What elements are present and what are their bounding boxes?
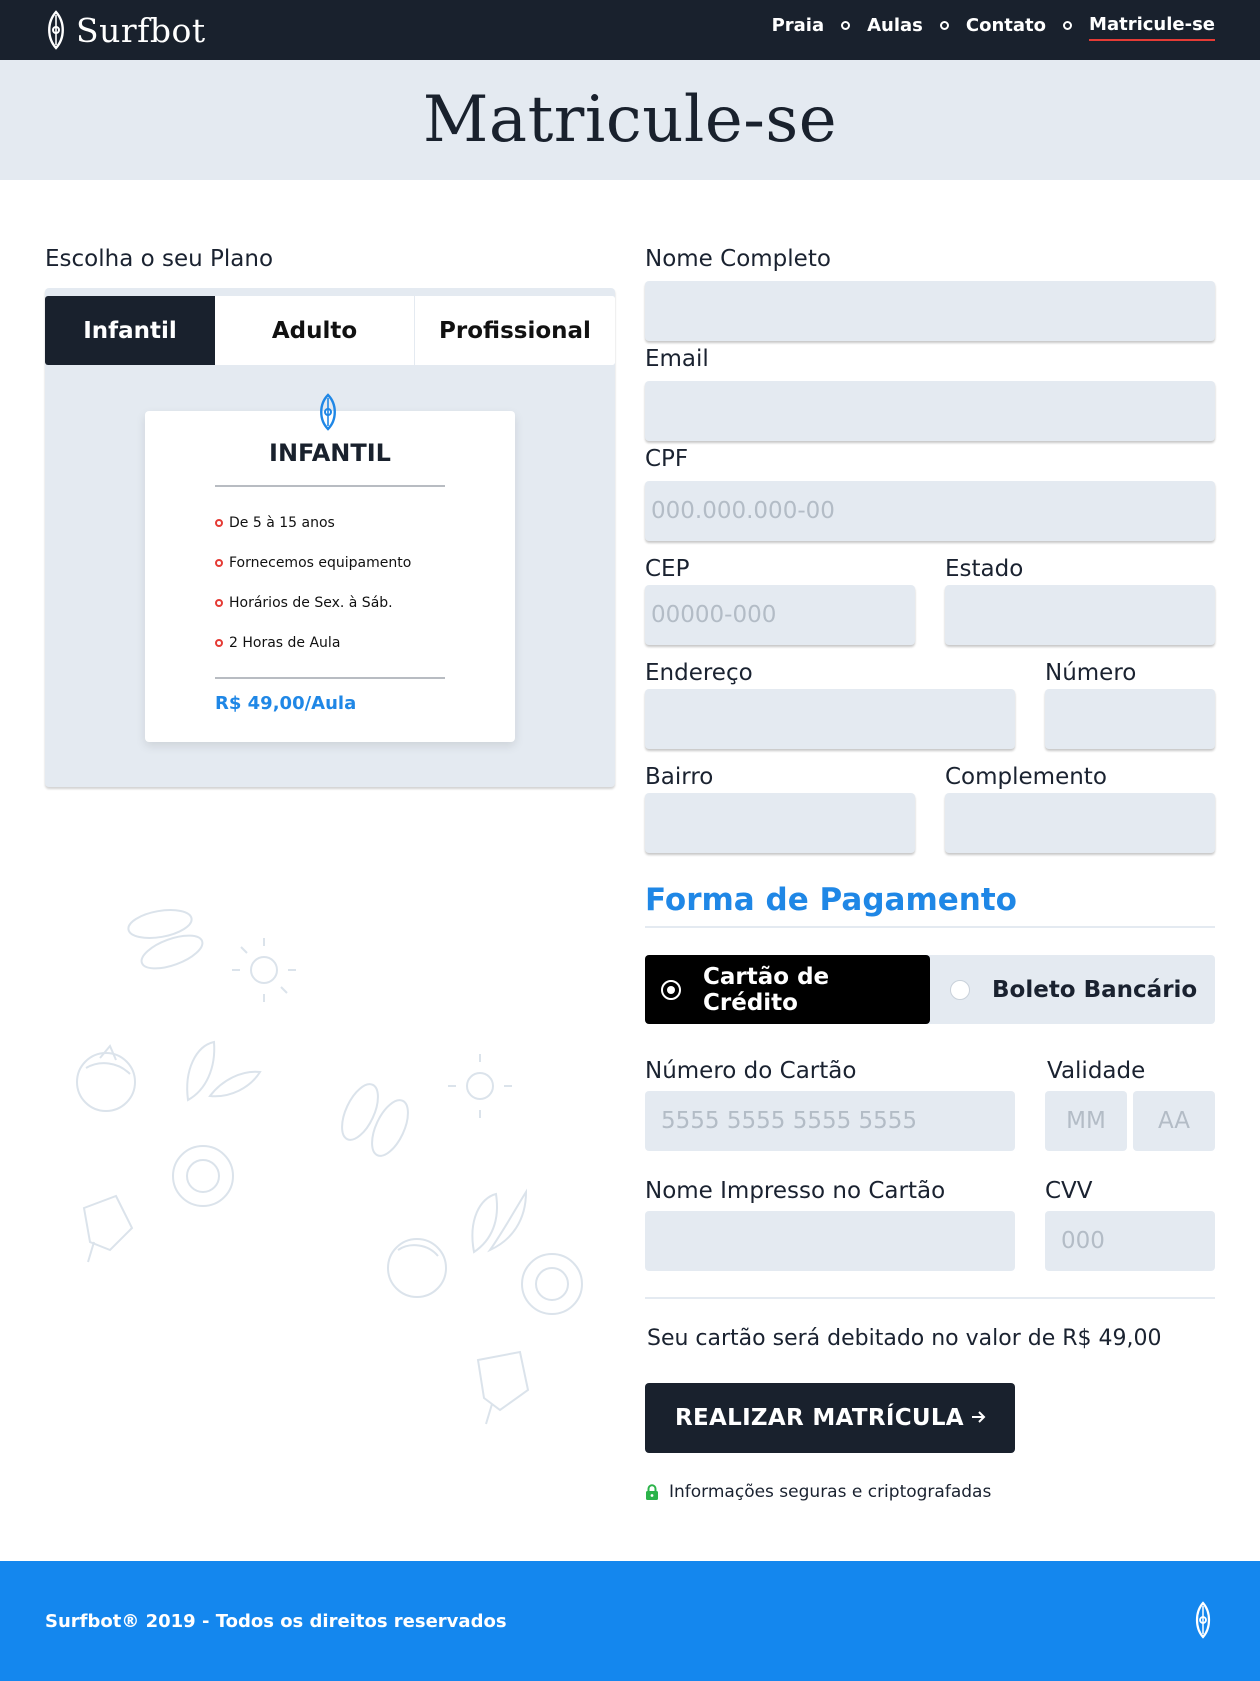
beach-doodles-illustration	[76, 909, 583, 1425]
feature-text: De 5 à 15 anos	[229, 515, 335, 531]
debit-amount-note: Seu cartão será debitado no valor de R$ …	[647, 1326, 1162, 1351]
plan-price: R$ 49,00/Aula	[215, 693, 357, 714]
list-item: Fornecemos equipamento	[215, 555, 411, 595]
plan-panel: Infantil Adulto Profissional INFANTIL De…	[45, 288, 615, 787]
payment-divider	[645, 926, 1215, 928]
email-input[interactable]	[645, 381, 1215, 441]
tab-adulto[interactable]: Adulto	[215, 296, 415, 365]
full-name-label: Nome Completo	[645, 246, 831, 272]
sun-icon	[448, 1054, 512, 1118]
tab-profissional[interactable]: Profissional	[415, 296, 615, 365]
complement-input[interactable]	[945, 793, 1215, 853]
surfboard-icon	[48, 10, 64, 50]
bullet-icon	[215, 639, 223, 647]
plan-features-list: De 5 à 15 anos Fornecemos equipamento Ho…	[215, 515, 411, 675]
flip-flops-icon	[341, 1083, 409, 1157]
nav-separator	[841, 21, 851, 30]
popsicle-icon	[476, 1350, 530, 1425]
address-label: Endereço	[645, 660, 753, 686]
submit-button-label: REALIZAR MATRÍCULA	[675, 1405, 964, 1431]
state-input[interactable]	[945, 585, 1215, 645]
number-label: Número	[1045, 660, 1137, 686]
coconut-icon	[76, 1044, 136, 1112]
arrow-right-icon	[972, 1411, 986, 1423]
lifebuoy-icon	[172, 1145, 234, 1207]
state-label: Estado	[945, 556, 1024, 582]
cep-label: CEP	[645, 556, 690, 582]
top-navbar: Surfbot Praia Aulas Contato Matricule-se	[0, 0, 1260, 60]
lock-icon	[646, 1484, 658, 1500]
radio-selected-icon	[661, 979, 681, 1000]
bullet-icon	[215, 599, 223, 607]
full-name-input[interactable]	[645, 281, 1215, 341]
cvv-label: CVV	[1045, 1178, 1093, 1204]
feature-text: 2 Horas de Aula	[229, 635, 341, 651]
nav-separator	[939, 21, 949, 30]
card-name-input[interactable]	[645, 1211, 1015, 1271]
main-nav: Praia Aulas Contato Matricule-se	[772, 14, 1215, 41]
cep-input[interactable]	[645, 585, 915, 645]
list-item: De 5 à 15 anos	[215, 515, 411, 555]
bullet-icon	[215, 559, 223, 567]
plan-tabs: Infantil Adulto Profissional	[45, 296, 615, 365]
flip-flops-icon	[127, 909, 204, 970]
coconut-icon	[387, 1238, 447, 1298]
payment-option-label: Cartão de Crédito	[703, 963, 830, 1016]
plan-heading: Escolha o seu Plano	[45, 246, 274, 272]
card-number-input[interactable]	[645, 1091, 1015, 1151]
secure-info: Informações seguras e criptografadas	[645, 1482, 991, 1502]
page-footer: Surfbot® 2019 - Todos os direitos reserv…	[0, 1561, 1260, 1681]
nav-link-matricule-se[interactable]: Matricule-se	[1089, 14, 1215, 41]
validity-month-input[interactable]	[1045, 1091, 1127, 1151]
feature-text: Fornecemos equipamento	[229, 555, 412, 571]
summary-divider	[645, 1297, 1215, 1299]
nav-link-contato[interactable]: Contato	[966, 15, 1046, 40]
nav-link-praia[interactable]: Praia	[772, 15, 825, 40]
complement-label: Complemento	[945, 764, 1107, 790]
number-input[interactable]	[1045, 689, 1215, 749]
payment-method-selector: Cartão de Crédito Boleto Bancário	[645, 955, 1215, 1024]
surfboards-icon	[471, 1188, 528, 1254]
cpf-input[interactable]	[645, 481, 1215, 541]
validity-year-input[interactable]	[1133, 1091, 1215, 1151]
district-label: Bairro	[645, 764, 714, 790]
address-input[interactable]	[645, 689, 1015, 749]
payment-option-boleto[interactable]: Boleto Bancário	[930, 955, 1215, 1024]
feature-text: Horários de Sex. à Sáb.	[229, 595, 393, 611]
payment-section-title: Forma de Pagamento	[645, 882, 1017, 918]
surfboard-icon	[320, 393, 336, 431]
cpf-label: CPF	[645, 446, 689, 472]
brand-name: Surfbot	[76, 10, 206, 50]
cvv-input[interactable]	[1045, 1211, 1215, 1271]
validity-label: Validade	[1047, 1058, 1146, 1084]
submit-enrollment-button[interactable]: REALIZAR MATRÍCULA	[645, 1383, 1015, 1453]
page-title: Matricule-se	[422, 83, 838, 157]
lifebuoy-icon	[521, 1253, 583, 1315]
payment-option-label: Boleto Bancário	[992, 976, 1198, 1003]
card-name-label: Nome Impresso no Cartão	[645, 1178, 946, 1204]
plan-card: INFANTIL De 5 à 15 anos Fornecemos equip…	[145, 393, 515, 742]
email-label: Email	[645, 346, 709, 372]
radio-unselected-icon	[950, 979, 970, 1000]
secure-info-text: Informações seguras e criptografadas	[669, 1482, 992, 1502]
surfboards-icon	[186, 1040, 262, 1102]
plan-card-title: INFANTIL	[269, 439, 391, 467]
card-number-label: Número do Cartão	[645, 1058, 857, 1084]
list-item: Horários de Sex. à Sáb.	[215, 595, 411, 635]
tab-infantil[interactable]: Infantil	[45, 296, 215, 365]
brand-logo[interactable]: Surfbot	[44, 10, 206, 50]
nav-separator	[1063, 21, 1073, 30]
nav-link-aulas[interactable]: Aulas	[867, 15, 923, 40]
surfboard-icon	[1195, 1601, 1211, 1639]
district-input[interactable]	[645, 793, 915, 853]
list-item: 2 Horas de Aula	[215, 635, 411, 675]
plan-card-divider	[215, 485, 445, 487]
popsicle-icon	[82, 1194, 134, 1263]
bullet-icon	[215, 519, 223, 527]
page-hero: Matricule-se	[0, 60, 1260, 180]
payment-option-credit-card[interactable]: Cartão de Crédito	[645, 955, 930, 1024]
sun-icon	[232, 938, 296, 1002]
footer-copyright: Surfbot® 2019 - Todos os direitos reserv…	[45, 1611, 507, 1632]
plan-card-divider	[215, 677, 445, 679]
